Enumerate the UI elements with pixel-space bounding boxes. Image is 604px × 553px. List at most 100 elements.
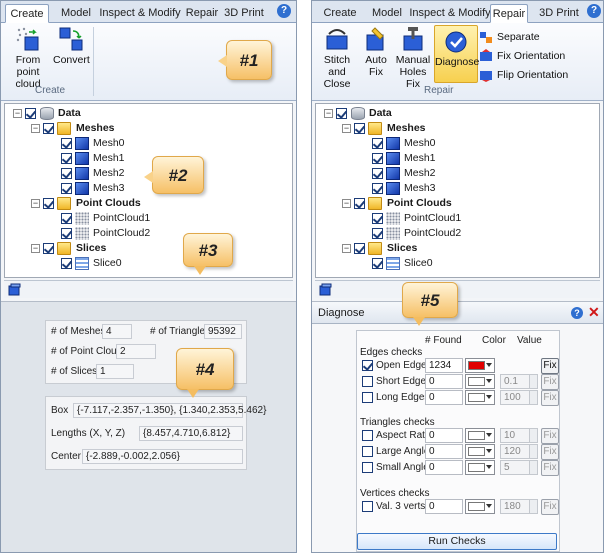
color-picker[interactable] [465,428,495,443]
threshold-stepper[interactable]: 5 [500,460,538,475]
fix-button[interactable]: Fix [541,390,559,406]
tree-node-mesh[interactable]: Mesh2 [93,166,125,181]
tree-node-mesh[interactable]: Mesh1 [404,151,436,166]
manual-holes-fix-button[interactable]: Manual Holes Fix [393,26,433,90]
fix-button[interactable]: Fix [541,499,559,515]
checkbox-slice[interactable] [372,258,383,269]
check-toggle[interactable] [362,462,373,473]
fix-button[interactable]: Fix [541,358,559,374]
tree-node-mesh[interactable]: Mesh0 [93,136,125,151]
tree-node-pointcloud[interactable]: PointCloud1 [93,211,150,226]
tree-node-mesh[interactable]: Mesh3 [404,181,436,196]
run-checks-button[interactable]: Run Checks [357,533,557,550]
color-picker[interactable] [465,460,495,475]
checkbox-mesh[interactable] [61,183,72,194]
tree-node-slice[interactable]: Slice0 [93,256,122,271]
help-icon[interactable]: ? [587,4,601,18]
checkbox-pointcloud[interactable] [372,213,383,224]
tree-node-mesh[interactable]: Mesh2 [404,166,436,181]
threshold-stepper[interactable]: 180 [500,499,538,514]
color-picker[interactable] [465,374,495,389]
flip-orientation-button[interactable]: Flip Orientation [479,67,568,83]
fix-button[interactable]: Fix [541,428,559,444]
threshold-stepper[interactable]: 0.1 [500,374,538,389]
tab-create[interactable]: Create [5,4,49,23]
mesh-stack-icon[interactable] [8,283,21,296]
check-toggle[interactable] [362,360,373,371]
tree-node-data[interactable]: Data [369,106,392,121]
check-toggle[interactable] [362,446,373,457]
checkbox-mesh[interactable] [61,153,72,164]
collapse-toggle[interactable]: − [31,124,40,133]
close-icon[interactable]: ✕ [588,304,600,321]
color-picker[interactable] [465,390,495,405]
collapse-toggle[interactable]: − [342,244,351,253]
tree-node-mesh[interactable]: Mesh1 [93,151,125,166]
checkbox-point-clouds[interactable] [43,198,54,209]
check-toggle[interactable] [362,392,373,403]
checkbox-slices[interactable] [43,243,54,254]
spin-buttons[interactable] [529,445,537,458]
check-toggle[interactable] [362,430,373,441]
tree-node-pointcloud[interactable]: PointCloud2 [93,226,150,241]
check-toggle[interactable] [362,376,373,387]
checkbox-pointcloud[interactable] [372,228,383,239]
checkbox-pointcloud[interactable] [61,213,72,224]
tree-node-pointcloud[interactable]: PointCloud1 [404,211,461,226]
mesh-stack-icon[interactable] [319,283,332,296]
fix-orientation-button[interactable]: Fix Orientation [479,48,565,64]
tree-node-meshes[interactable]: Meshes [76,121,115,136]
convert-button[interactable]: Convert [53,26,90,66]
tree-node-mesh[interactable]: Mesh3 [93,181,125,196]
tree-node-pointcloud[interactable]: PointCloud2 [404,226,461,241]
spin-buttons[interactable] [529,429,537,442]
checkbox-data[interactable] [25,108,36,119]
checkbox-mesh[interactable] [372,183,383,194]
color-picker[interactable] [465,444,495,459]
tab-model[interactable]: Model [367,4,407,23]
diagnose-button[interactable]: Diagnose [434,25,479,83]
tree-node-meshes[interactable]: Meshes [387,121,426,136]
collapse-toggle[interactable]: − [13,109,22,118]
help-icon[interactable]: ? [277,4,291,18]
checkbox-slice[interactable] [61,258,72,269]
fix-button[interactable]: Fix [541,460,559,476]
threshold-stepper[interactable]: 120 [500,444,538,459]
checkbox-mesh[interactable] [61,138,72,149]
spin-buttons[interactable] [529,461,537,474]
tab-3d-print[interactable]: 3D Print [537,4,581,23]
tab-inspect-modify[interactable]: Inspect & Modify [99,4,181,23]
separate-button[interactable]: Separate [479,29,540,45]
tree-node-slices[interactable]: Slices [387,241,417,256]
checkbox-mesh[interactable] [372,153,383,164]
check-toggle[interactable] [362,501,373,512]
spin-buttons[interactable] [529,500,537,513]
tree-node-data[interactable]: Data [58,106,81,121]
from-point-cloud-button[interactable]: From point cloud [4,26,52,90]
spin-buttons[interactable] [529,375,537,388]
color-picker[interactable] [465,499,495,514]
checkbox-data[interactable] [336,108,347,119]
checkbox-mesh[interactable] [372,138,383,149]
checkbox-meshes[interactable] [354,123,365,134]
checkbox-mesh[interactable] [61,168,72,179]
threshold-stepper[interactable]: 100 [500,390,538,405]
tree-node-point-clouds[interactable]: Point Clouds [76,196,141,211]
tab-create[interactable]: Create [318,4,362,23]
stitch-and-close-button[interactable]: Stitch and Close [315,26,359,90]
tab-inspect-modify[interactable]: Inspect & Modify [409,4,491,23]
color-picker[interactable] [465,358,495,373]
tree-node-slice[interactable]: Slice0 [404,256,433,271]
checkbox-slices[interactable] [354,243,365,254]
collapse-toggle[interactable]: − [31,199,40,208]
checkbox-pointcloud[interactable] [61,228,72,239]
tree-node-mesh[interactable]: Mesh0 [404,136,436,151]
collapse-toggle[interactable]: − [342,124,351,133]
checkbox-meshes[interactable] [43,123,54,134]
dialog-help-icon[interactable]: ? [571,307,583,319]
fix-button[interactable]: Fix [541,444,559,460]
fix-button[interactable]: Fix [541,374,559,390]
tab-3d-print[interactable]: 3D Print [222,4,266,23]
collapse-toggle[interactable]: − [324,109,333,118]
tab-repair[interactable]: Repair [182,4,222,23]
